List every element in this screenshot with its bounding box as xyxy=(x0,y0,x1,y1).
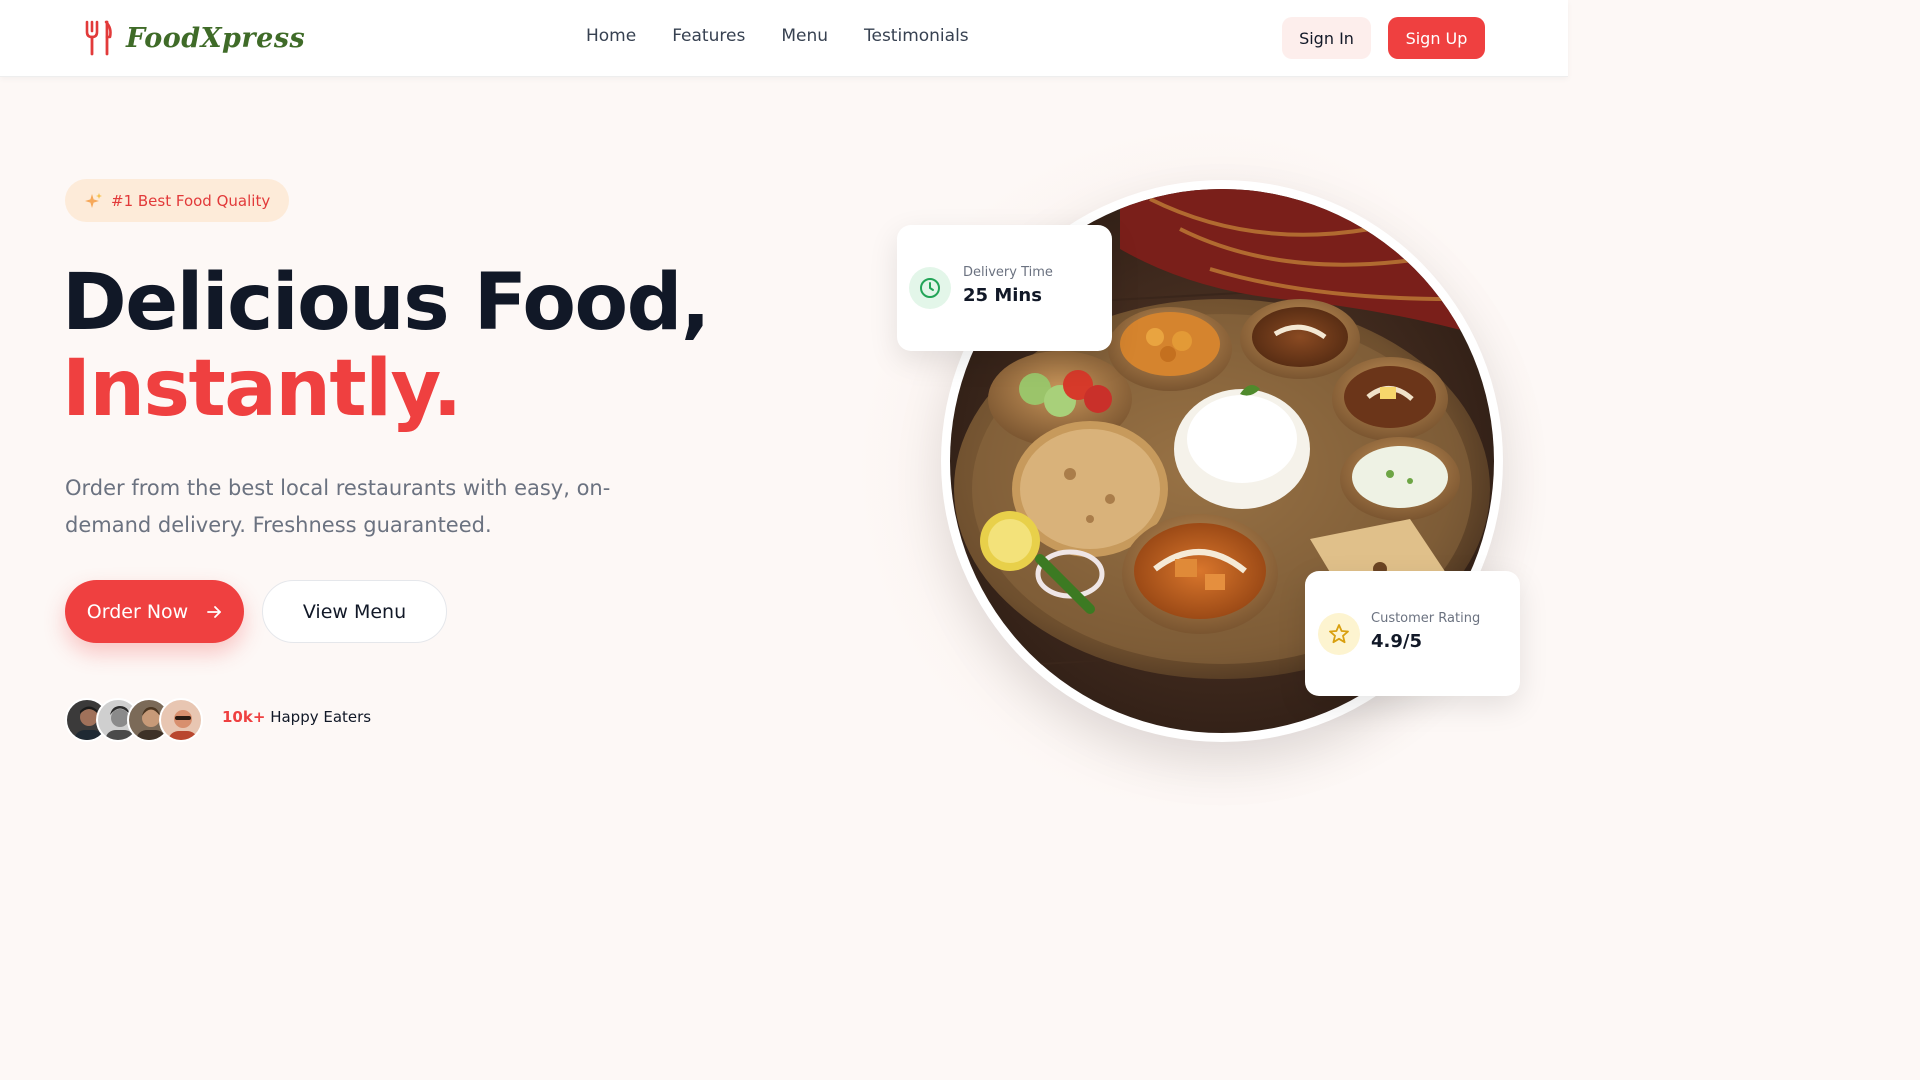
customer-rating-card: Customer Rating 4.9/5 xyxy=(1305,571,1520,696)
clock-icon xyxy=(920,278,940,298)
view-menu-button[interactable]: View Menu xyxy=(262,580,447,643)
order-now-label: Order Now xyxy=(86,600,189,623)
happy-eaters-count: 10k+ xyxy=(222,708,266,726)
nav-testimonials-link[interactable]: Testimonials xyxy=(864,26,969,46)
arrow-right-icon xyxy=(207,605,222,618)
quality-badge: #1 Best Food Quality xyxy=(65,179,289,222)
happy-eaters-label: Happy Eaters xyxy=(270,708,372,726)
nav-menu-link[interactable]: Menu xyxy=(781,26,828,46)
nav-features-link[interactable]: Features xyxy=(672,26,745,46)
star-icon xyxy=(1329,624,1349,644)
sign-up-button[interactable]: Sign Up xyxy=(1388,17,1485,59)
delivery-time-card: Delivery Time 25 Mins xyxy=(897,225,1112,351)
delivery-time-label: Delivery Time xyxy=(963,265,1053,280)
customer-rating-label: Customer Rating xyxy=(1371,611,1481,626)
hero-title-line1: Delicious Food, xyxy=(62,258,711,348)
star-icon-wrap xyxy=(1318,613,1360,655)
sign-in-button[interactable]: Sign In xyxy=(1282,17,1371,59)
hero-title-line2: Instantly. xyxy=(62,344,462,434)
delivery-time-value: 25 Mins xyxy=(963,285,1042,306)
main-nav: Home Features Menu Testimonials xyxy=(586,26,969,46)
fork-knife-icon xyxy=(85,20,112,56)
avatar xyxy=(159,698,203,742)
order-now-button[interactable]: Order Now xyxy=(65,580,244,643)
nav-home-link[interactable]: Home xyxy=(586,26,636,46)
customer-rating-value: 4.9/5 xyxy=(1371,631,1422,652)
brand-logo[interactable]: FoodXpress xyxy=(84,18,305,58)
brand-name: FoodXpress xyxy=(126,22,306,54)
hero-description: Order from the best local restaurants wi… xyxy=(65,476,611,537)
happy-eaters: 10k+ Happy Eaters xyxy=(222,708,371,726)
badge-text: #1 Best Food Quality xyxy=(111,191,271,210)
clock-icon-wrap xyxy=(909,267,951,309)
sparkles-icon xyxy=(85,192,102,208)
navbar: FoodXpress Home Features Menu Testimonia… xyxy=(0,0,1568,77)
